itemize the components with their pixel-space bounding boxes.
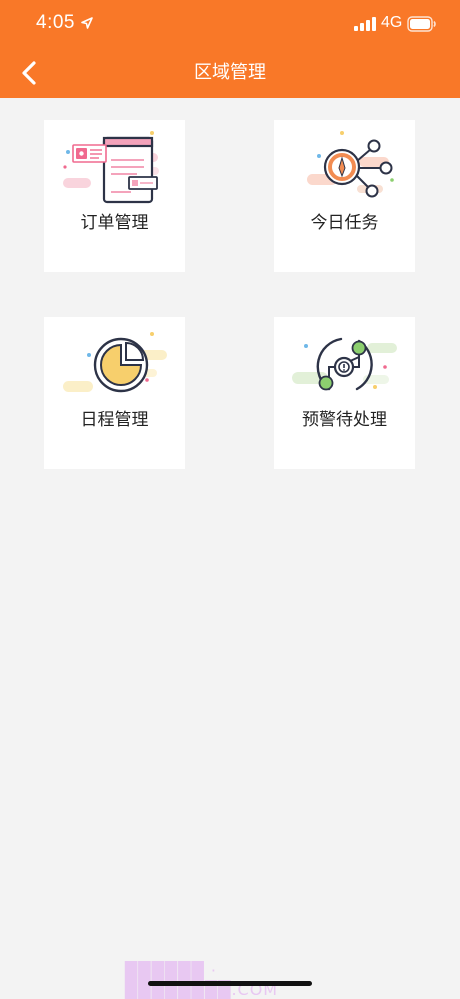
card-order-management[interactable]: 订单管理 — [44, 120, 185, 272]
card-label: 预警待处理 — [302, 410, 387, 430]
card-today-tasks[interactable]: 今日任务 — [274, 120, 415, 272]
pie-chart-icon — [63, 332, 167, 393]
page-title: 区域管理 — [194, 62, 266, 83]
card-label: 订单管理 — [80, 213, 149, 233]
signal-icon — [354, 17, 376, 31]
order-document-icon — [63, 131, 159, 204]
battery-icon — [407, 16, 436, 32]
status-time: 4:05 — [36, 12, 75, 33]
card-label: 日程管理 — [80, 410, 149, 430]
location-arrow-icon — [81, 17, 93, 29]
task-network-icon — [307, 131, 394, 198]
back-button[interactable] — [16, 58, 42, 88]
warning-cycle-icon — [292, 337, 397, 391]
card-schedule-management[interactable]: 日程管理 — [44, 317, 185, 469]
card-warning-pending[interactable]: 预警待处理 — [274, 317, 415, 469]
card-label: 今日任务 — [310, 213, 379, 233]
watermark-text: ██████ · ████████.COM — [125, 961, 279, 999]
top-bar: 4:05 4G 区域管理 — [0, 0, 460, 98]
chevron-left-icon — [22, 61, 36, 85]
network-label: 4G — [381, 14, 403, 31]
home-indicator[interactable] — [148, 981, 312, 986]
